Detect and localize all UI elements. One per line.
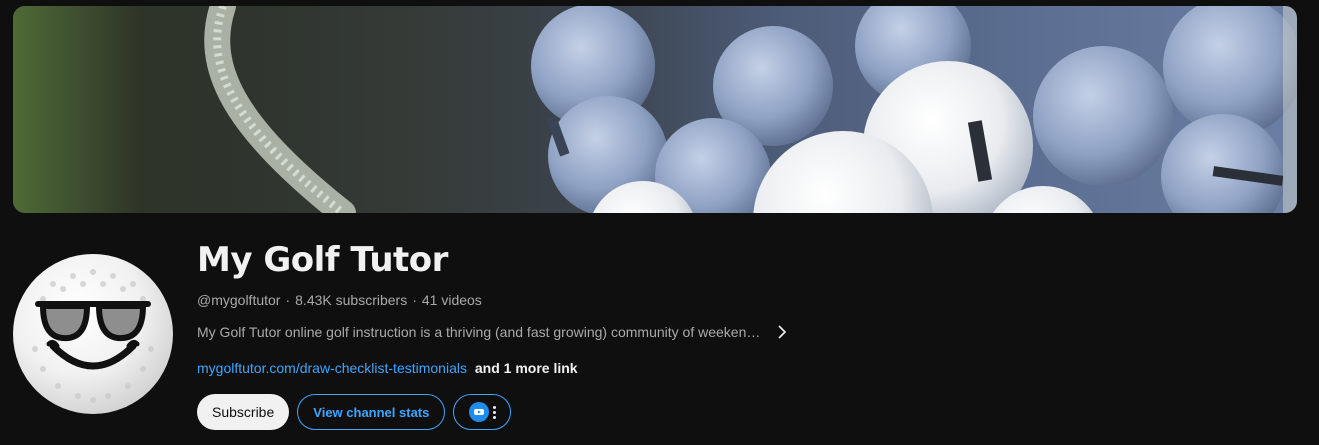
more-links-button[interactable]: and 1 more link xyxy=(475,360,578,376)
channel-description-row[interactable]: My Golf Tutor online golf instruction is… xyxy=(197,322,1197,342)
channel-name: My Golf Tutor xyxy=(197,240,448,280)
video-count: 41 videos xyxy=(421,292,482,308)
subscriber-count: 8.43K subscribers xyxy=(295,292,408,308)
chevron-right-icon[interactable] xyxy=(774,324,790,340)
channel-links-row: mygolftutor.com/draw-checklist-testimoni… xyxy=(197,358,1197,378)
channel-description[interactable]: My Golf Tutor online golf instruction is… xyxy=(197,322,760,342)
view-channel-stats-button[interactable]: View channel stats xyxy=(297,394,446,430)
channel-header: My Golf Tutor @mygolftutor · 8.43K subscri… xyxy=(0,0,1319,445)
extension-menu-button[interactable] xyxy=(453,394,512,430)
more-vertical-icon[interactable] xyxy=(492,405,496,419)
golf-balls-banner-image xyxy=(13,6,1297,213)
meta-separator: · xyxy=(412,292,417,308)
channel-avatar[interactable] xyxy=(13,254,173,414)
channel-meta: @mygolftutor · 8.43K subscribers · 41 videos xyxy=(197,290,1197,310)
channel-link[interactable]: mygolftutor.com/draw-checklist-testimoni… xyxy=(197,360,467,376)
action-buttons: Subscribe View channel stats xyxy=(197,394,1197,430)
vidiq-extension-icon xyxy=(468,402,489,422)
channel-banner xyxy=(13,6,1297,213)
golf-ball-sunglasses-avatar xyxy=(32,269,154,403)
channel-handle: @mygolftutor xyxy=(197,292,281,308)
subscribe-button[interactable]: Subscribe xyxy=(197,394,290,430)
meta-separator: · xyxy=(285,292,291,308)
channel-info: My Golf Tutor @mygolftutor · 8.43K subscri… xyxy=(197,238,1197,430)
